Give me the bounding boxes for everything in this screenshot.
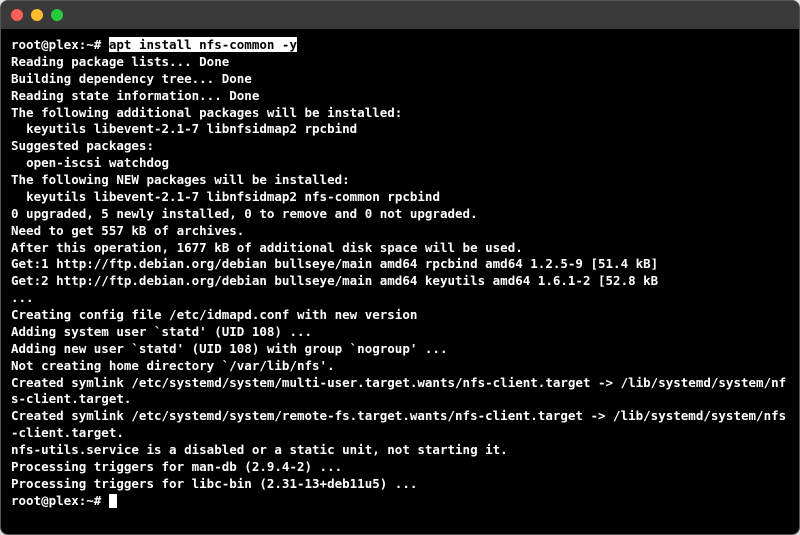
cursor (109, 494, 117, 508)
close-icon[interactable] (11, 9, 23, 21)
output-line: Adding system user `statd' (UID 108) ... (11, 324, 789, 341)
output-line: Get:2 http://ftp.debian.org/debian bulls… (11, 273, 789, 290)
output-line: keyutils libevent-2.1-7 libnfsidmap2 rpc… (11, 121, 789, 138)
output-line: Reading state information... Done (11, 88, 789, 105)
output-line: The following additional packages will b… (11, 105, 789, 122)
output-line: Reading package lists... Done (11, 54, 789, 71)
output-line: Processing triggers for man-db (2.9.4-2)… (11, 459, 789, 476)
terminal-output: Reading package lists... DoneBuilding de… (11, 54, 789, 493)
output-line: The following NEW packages will be insta… (11, 172, 789, 189)
terminal-window: root@plex:~# apt install nfs-common -yRe… (0, 0, 800, 535)
output-line: After this operation, 1677 kB of additio… (11, 240, 789, 257)
output-line: keyutils libevent-2.1-7 libnfsidmap2 nfs… (11, 189, 789, 206)
terminal-body[interactable]: root@plex:~# apt install nfs-common -yRe… (1, 29, 799, 534)
output-line: Created symlink /etc/systemd/system/remo… (11, 408, 789, 442)
shell-prompt: root@plex:~# (11, 493, 109, 508)
output-line: Adding new user `statd' (UID 108) with g… (11, 341, 789, 358)
command-line: root@plex:~# apt install nfs-common -y (11, 37, 789, 54)
output-line: Suggested packages: (11, 138, 789, 155)
output-line: Need to get 557 kB of archives. (11, 223, 789, 240)
traffic-lights (11, 9, 63, 21)
output-line: nfs-utils.service is a disabled or a sta… (11, 442, 789, 459)
output-line: Get:1 http://ftp.debian.org/debian bulls… (11, 256, 789, 273)
output-line: Created symlink /etc/systemd/system/mult… (11, 375, 789, 409)
typed-command: apt install nfs-common -y (109, 37, 297, 52)
maximize-icon[interactable] (51, 9, 63, 21)
output-line: Processing triggers for libc-bin (2.31-1… (11, 476, 789, 493)
titlebar (1, 1, 799, 29)
output-line: open-iscsi watchdog (11, 155, 789, 172)
output-line: Not creating home directory `/var/lib/nf… (11, 358, 789, 375)
output-line: ... (11, 290, 789, 307)
minimize-icon[interactable] (31, 9, 43, 21)
output-line: Creating config file /etc/idmapd.conf wi… (11, 307, 789, 324)
output-line: 0 upgraded, 5 newly installed, 0 to remo… (11, 206, 789, 223)
output-line: Building dependency tree... Done (11, 71, 789, 88)
shell-prompt: root@plex:~# (11, 37, 109, 52)
